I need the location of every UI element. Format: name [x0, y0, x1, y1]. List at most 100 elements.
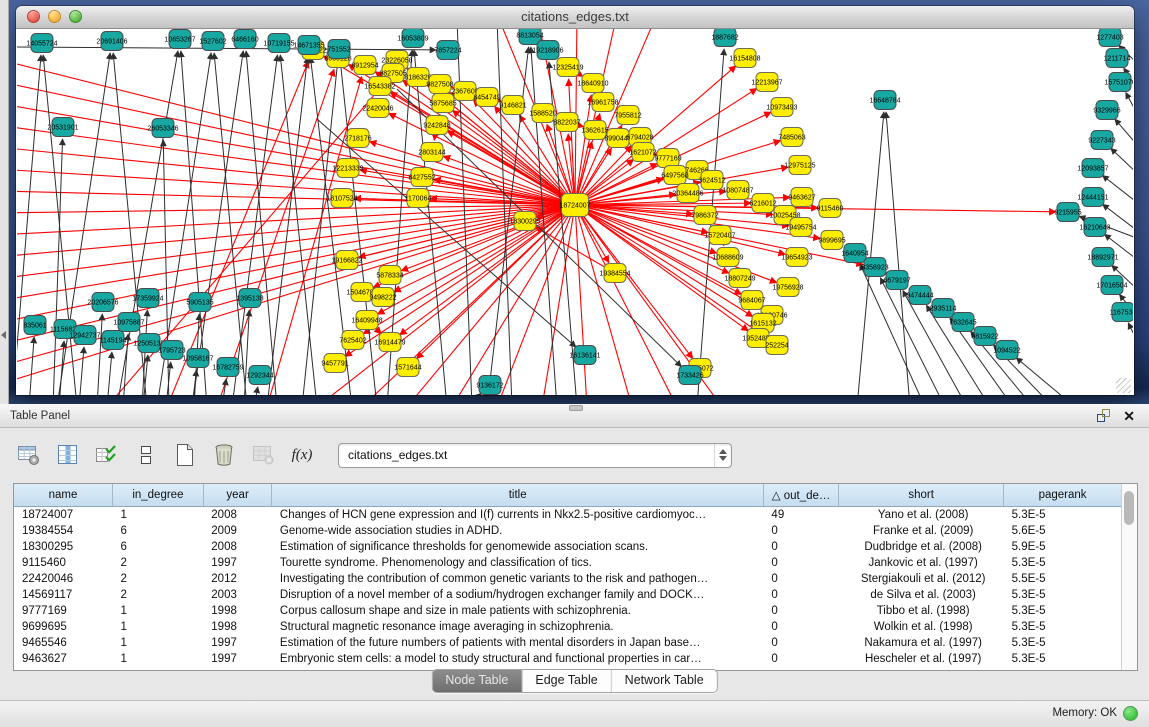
- graph-node[interactable]: 5875685: [429, 94, 456, 113]
- minimize-window-icon[interactable]: [48, 10, 61, 23]
- graph-node[interactable]: 1887682: [711, 29, 738, 47]
- table-cell[interactable]: Structural magnetic resonance image aver…: [272, 619, 764, 635]
- table-row[interactable]: 946362711997Embryonic stem cells: a mode…: [14, 651, 1121, 667]
- window-resize-grip[interactable]: [1116, 378, 1131, 393]
- table-selector-dropdown[interactable]: citations_edges.txt: [338, 443, 732, 468]
- table-cell[interactable]: 2: [113, 571, 204, 587]
- graph-node[interactable]: 1277403: [1096, 29, 1123, 47]
- table-cell[interactable]: 1998: [203, 619, 272, 635]
- graph-node[interactable]: 5905135: [186, 293, 213, 312]
- table-cell[interactable]: Nakamura et al. (1997): [839, 635, 1004, 651]
- graph-node[interactable]: 6497568: [661, 166, 688, 185]
- table-cell[interactable]: 2009: [203, 523, 272, 539]
- graph-node[interactable]: 1621072: [629, 143, 656, 162]
- graph-node[interactable]: 17359924: [132, 289, 163, 308]
- graph-node[interactable]: 9815922: [971, 327, 998, 346]
- graph-node[interactable]: 18107524: [326, 189, 357, 208]
- graph-node[interactable]: 7986372: [691, 206, 718, 225]
- table-row[interactable]: 1456911722003Disruption of a novel membe…: [14, 587, 1121, 603]
- table-row[interactable]: 911546021997Tourette syndrome. Phenomeno…: [14, 555, 1121, 571]
- graph-node[interactable]: 16914479: [374, 333, 405, 352]
- graph-node[interactable]: 19384554: [599, 264, 630, 283]
- graph-node[interactable]: 10688609: [712, 248, 743, 267]
- network-canvas[interactable]: 1872400718300295746382286601288912954232…: [17, 29, 1133, 395]
- graph-node[interactable]: 15751074: [1104, 73, 1133, 92]
- graph-node[interactable]: 8454749: [473, 88, 500, 107]
- graph-node[interactable]: 1292344: [246, 366, 273, 385]
- column-header-pagerank[interactable]: pagerank: [1004, 484, 1121, 507]
- table-cell[interactable]: 1: [113, 635, 204, 651]
- float-window-icon[interactable]: [1096, 408, 1111, 423]
- column-header-title[interactable]: title: [272, 484, 764, 507]
- graph-node[interactable]: 1571644: [394, 358, 421, 377]
- graph-node[interactable]: 9498222: [369, 288, 396, 307]
- graph-node[interactable]: 12325419: [552, 58, 583, 77]
- graph-node[interactable]: 12975125: [784, 156, 815, 175]
- table-cell[interactable]: Changes of HCN gene expression and I(f) …: [272, 507, 764, 524]
- table-cell[interactable]: 19384554: [14, 523, 113, 539]
- table-cell[interactable]: Franke et al. (2009): [839, 523, 1004, 539]
- graph-node[interactable]: 835061: [23, 316, 46, 335]
- graph-node[interactable]: 252254: [765, 336, 788, 355]
- column-header-short[interactable]: short: [839, 484, 1004, 507]
- table-cell[interactable]: 0: [763, 571, 838, 587]
- tab-network-table[interactable]: Network Table: [611, 670, 717, 692]
- table-cell[interactable]: Genome-wide association studies in ADHD.: [272, 523, 764, 539]
- graph-node[interactable]: 18807249: [724, 269, 755, 288]
- import-table-icon[interactable]: [94, 442, 120, 468]
- graph-node[interactable]: 10653267: [164, 30, 195, 49]
- graph-node[interactable]: 18892971: [1087, 248, 1118, 267]
- table-cell[interactable]: 0: [763, 603, 838, 619]
- graph-node[interactable]: 12213339: [332, 159, 363, 178]
- graph-node[interactable]: 20691406: [96, 32, 127, 51]
- graph-node[interactable]: 19495754: [785, 218, 816, 237]
- table-cell[interactable]: 5.6E-5: [1004, 523, 1121, 539]
- graph-node[interactable]: 12213967: [751, 73, 782, 92]
- table-cell[interactable]: 1: [113, 603, 204, 619]
- graph-node[interactable]: 15720407: [704, 226, 735, 245]
- graph-node[interactable]: 8822037: [553, 113, 580, 132]
- table-cell[interactable]: 0: [763, 555, 838, 571]
- graph-node[interactable]: 18724007: [559, 194, 590, 217]
- table-cell[interactable]: Hescheler et al. (1997): [839, 651, 1004, 667]
- table-cell[interactable]: 0: [763, 651, 838, 667]
- table-cell[interactable]: 5.3E-5: [1004, 635, 1121, 651]
- graph-node[interactable]: 12093857: [1077, 159, 1108, 178]
- graph-node[interactable]: 9463627: [788, 188, 815, 207]
- column-header-out_de[interactable]: △ out_de…: [763, 484, 838, 507]
- table-cell[interactable]: 0: [763, 539, 838, 555]
- graph-node[interactable]: 9684067: [738, 291, 765, 310]
- graph-node[interactable]: 12942737: [69, 326, 100, 345]
- table-cell[interactable]: 5.3E-5: [1004, 619, 1121, 635]
- graph-node[interactable]: 1733426: [676, 366, 703, 385]
- table-cell[interactable]: 2012: [203, 571, 272, 587]
- table-cell[interactable]: Estimation of significance thresholds fo…: [272, 539, 764, 555]
- graph-node[interactable]: 16648784: [869, 91, 900, 110]
- table-cell[interactable]: 9777169: [14, 603, 113, 619]
- table-cell[interactable]: 1: [113, 507, 204, 524]
- table-cell[interactable]: 2008: [203, 539, 272, 555]
- graph-node[interactable]: 10719155: [263, 34, 294, 53]
- graph-node[interactable]: 7955812: [614, 106, 641, 125]
- graph-node[interactable]: 9227343: [1088, 131, 1115, 150]
- graph-node[interactable]: 1167534: [1110, 303, 1133, 322]
- table-cell[interactable]: 5.3E-5: [1004, 651, 1121, 667]
- table-cell[interactable]: 22420046: [14, 571, 113, 587]
- collapse-panel-icon[interactable]: [1, 331, 6, 339]
- graph-node[interactable]: 1094522: [993, 341, 1020, 360]
- table-cell[interactable]: 2: [113, 555, 204, 571]
- table-cell[interactable]: 2008: [203, 507, 272, 524]
- graph-node[interactable]: 9457791: [321, 354, 348, 373]
- table-cell[interactable]: 9465546: [14, 635, 113, 651]
- graph-node[interactable]: 12444151: [1077, 188, 1108, 207]
- graph-node[interactable]: 14671355: [293, 36, 324, 55]
- select-columns-icon[interactable]: [55, 442, 81, 468]
- column-header-year[interactable]: year: [203, 484, 272, 507]
- window-titlebar[interactable]: citations_edges.txt: [16, 6, 1134, 29]
- table-cell[interactable]: 1997: [203, 651, 272, 667]
- table-scrollbar[interactable]: [1121, 484, 1137, 670]
- table-cell[interactable]: 0: [763, 523, 838, 539]
- table-cell[interactable]: Corpus callosum shape and size in male p…: [272, 603, 764, 619]
- table-row[interactable]: 1872400712008Changes of HCN gene express…: [14, 507, 1121, 524]
- graph-node[interactable]: 10958167: [182, 349, 213, 368]
